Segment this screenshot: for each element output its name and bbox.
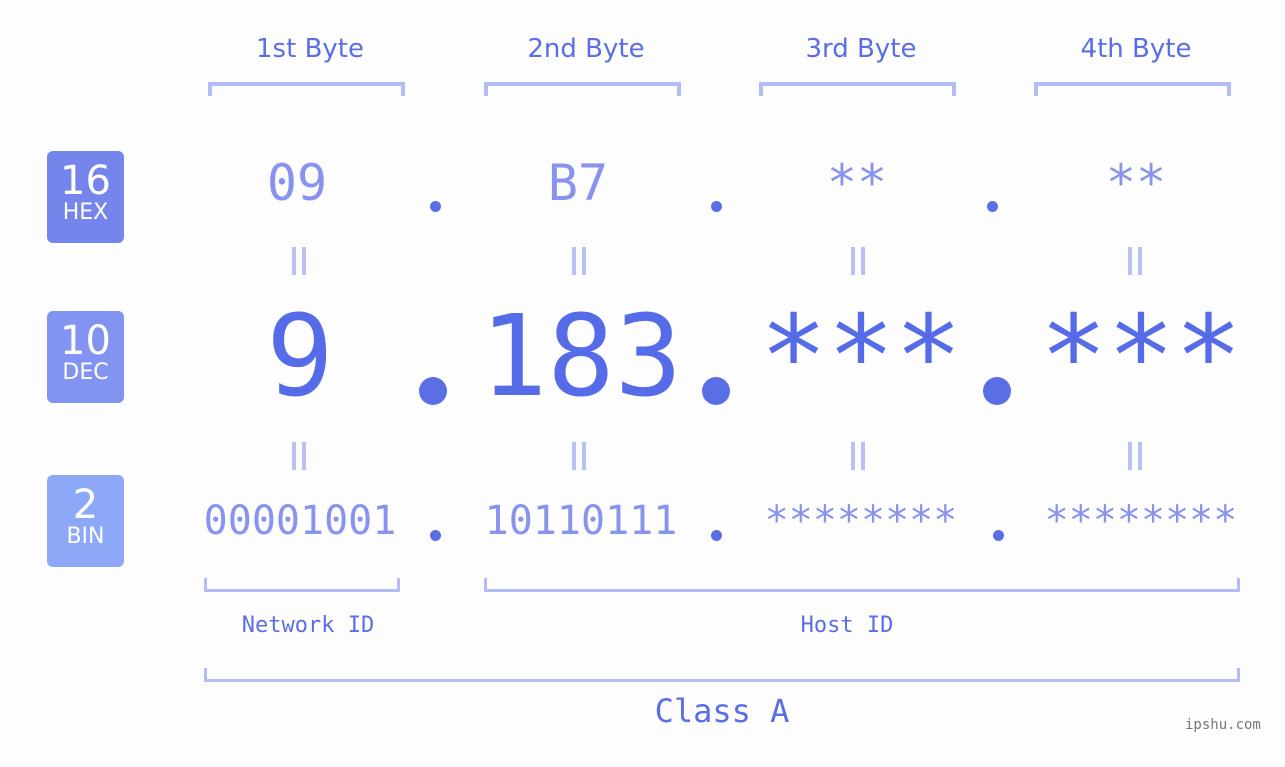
dec-byte-3: ***: [759, 292, 963, 422]
equals-icon: [572, 247, 586, 275]
watermark: ipshu.com: [1185, 717, 1261, 733]
byte-label-2: 2nd Byte: [527, 34, 645, 64]
hex-byte-3: **: [826, 154, 888, 212]
bin-dot-1: [430, 530, 441, 541]
class-bracket: [204, 668, 1240, 682]
network-id-bracket: [204, 578, 400, 592]
hex-badge: 16 HEX: [47, 151, 124, 243]
dec-byte-4: ***: [1039, 292, 1243, 422]
hex-dot-1: [430, 201, 441, 212]
hex-dot-2: [711, 201, 722, 212]
byte-bracket-1: [208, 82, 405, 96]
host-id-label: Host ID: [800, 613, 894, 638]
bin-byte-1: 00001001: [203, 498, 397, 544]
class-label: Class A: [654, 692, 790, 730]
byte-label-3: 3rd Byte: [805, 34, 917, 64]
hex-dot-3: [987, 201, 998, 212]
dec-byte-2: 183: [479, 292, 683, 422]
byte-bracket-3: [759, 82, 956, 96]
equals-icon: [851, 442, 865, 470]
dec-dot-3: [983, 377, 1011, 405]
bin-byte-3: ********: [764, 498, 958, 544]
dec-badge-number: 10: [60, 318, 111, 364]
equals-icon: [1128, 442, 1142, 470]
equals-icon: [851, 247, 865, 275]
dec-badge: 10 DEC: [47, 311, 124, 403]
dec-dot-2: [702, 377, 730, 405]
bin-badge-number: 2: [72, 482, 99, 528]
dec-byte-1: 9: [266, 292, 334, 422]
network-id-label: Network ID: [241, 613, 375, 638]
hex-byte-4: **: [1105, 154, 1167, 212]
byte-bracket-4: [1034, 82, 1231, 96]
bin-badge: 2 BIN: [47, 475, 124, 567]
byte-label-1: 1st Byte: [256, 34, 364, 64]
dec-badge-label: DEC: [62, 360, 109, 385]
byte-bracket-2: [484, 82, 681, 96]
equals-icon: [572, 442, 586, 470]
bin-dot-3: [993, 530, 1004, 541]
hex-badge-label: HEX: [62, 200, 109, 225]
byte-label-4: 4th Byte: [1080, 34, 1192, 64]
bin-dot-2: [711, 530, 722, 541]
equals-icon: [292, 442, 306, 470]
equals-icon: [1128, 247, 1142, 275]
hex-byte-1: 09: [266, 154, 328, 212]
host-id-bracket: [484, 578, 1240, 592]
dec-dot-1: [419, 377, 447, 405]
bin-byte-2: 10110111: [484, 498, 678, 544]
equals-icon: [292, 247, 306, 275]
bin-badge-label: BIN: [66, 524, 105, 549]
hex-badge-number: 16: [60, 158, 111, 204]
hex-byte-2: B7: [547, 154, 609, 212]
bin-byte-4: ********: [1044, 498, 1238, 544]
